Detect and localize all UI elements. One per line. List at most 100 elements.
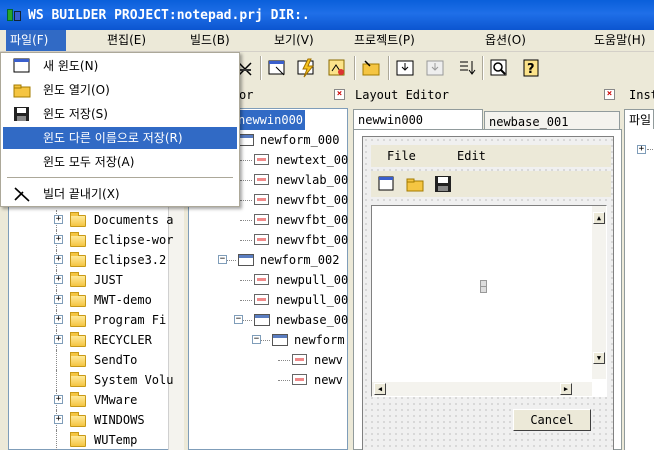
control-icon — [254, 214, 269, 225]
folder-icon — [70, 412, 86, 427]
form-menu-edit[interactable]: Edit — [457, 149, 486, 163]
layout-canvas: File Edit ▲ ▼ ◀ ▶ Cancel — [353, 129, 622, 450]
inspector-tab[interactable]: 파일 — [624, 109, 654, 129]
collapse-icon[interactable]: − — [252, 335, 261, 344]
menu-file[interactable]: 파일(F) — [6, 30, 66, 51]
layout-editor-close-icon[interactable]: × — [604, 89, 615, 100]
download-icon[interactable] — [394, 57, 416, 79]
title-bar[interactable]: WS BUILDER PROJECT:notepad.prj DIR:. — [0, 0, 654, 30]
help-icon[interactable]: ? — [520, 57, 542, 79]
menu-item-save-as[interactable]: 윈도 다른 이름으로 저장(R) — [3, 127, 237, 149]
expand-icon[interactable]: + — [54, 395, 63, 404]
menu-item-new-window[interactable]: 새 윈도(N) — [3, 55, 237, 77]
object-tree-item-label: newv — [314, 353, 343, 367]
form-window[interactable]: File Edit ▲ ▼ ◀ ▶ Cancel — [362, 136, 614, 450]
folder-icon — [70, 352, 86, 367]
form-textarea[interactable]: ▲ ▼ ◀ ▶ — [371, 205, 607, 397]
inspector-tree: + — [624, 129, 654, 450]
floppy-save-icon — [14, 107, 29, 121]
layout-editor-title: Layout Editor — [355, 88, 449, 102]
control-icon — [292, 374, 307, 385]
tab-newbase-001[interactable]: newbase_001 — [484, 111, 620, 131]
exit-scissors-icon — [14, 187, 30, 202]
form-open-icon[interactable] — [405, 174, 425, 194]
object-tree-item-label: newvfbt_00 — [276, 213, 349, 227]
form-new-icon[interactable] — [377, 174, 397, 194]
menu-item-save-all[interactable]: 윈도 모두 저장(A) — [3, 151, 237, 173]
expand-icon[interactable]: + — [54, 295, 63, 304]
control-icon — [254, 154, 269, 165]
menu-edit[interactable]: 편집(E) — [103, 30, 150, 51]
new-window-icon — [13, 58, 30, 73]
expand-icon[interactable]: + — [54, 275, 63, 284]
menu-build[interactable]: 빌드(B) — [186, 30, 234, 51]
control-icon — [254, 234, 269, 245]
expand-icon[interactable]: + — [54, 255, 63, 264]
collapse-icon[interactable]: − — [218, 255, 227, 264]
file-tree-item-label: Eclipse-wor — [94, 233, 174, 247]
tab-newwin000[interactable]: newwin000 — [353, 109, 483, 129]
expand-icon[interactable]: + — [54, 215, 63, 224]
app-icon — [6, 7, 22, 23]
scroll-down-icon[interactable]: ▼ — [593, 352, 605, 364]
expand-icon[interactable]: + — [54, 335, 63, 344]
folder-icon — [70, 252, 86, 267]
object-tree-item-label: newvfbt_00 — [276, 233, 349, 247]
folder-icon — [70, 232, 86, 247]
object-panel-close-icon[interactable]: × — [334, 89, 345, 100]
form-hscroll[interactable]: ◀ ▶ — [372, 382, 592, 396]
scroll-up-icon[interactable]: ▲ — [593, 212, 605, 224]
folder-arrow-icon[interactable] — [360, 57, 382, 79]
menu-item-open-window[interactable]: 윈도 열기(O) — [3, 79, 237, 101]
form-select-icon[interactable] — [266, 57, 288, 79]
file-tree-item-label: Program Fi — [94, 313, 167, 327]
control-icon — [254, 274, 269, 285]
cancel-button[interactable]: Cancel — [513, 409, 591, 431]
file-tree-item-label: WINDOWS — [94, 413, 145, 427]
object-tree-item-label: newpull_00 — [276, 273, 349, 287]
form-vscroll[interactable]: ▲ ▼ — [592, 206, 606, 379]
form-icon — [254, 314, 270, 326]
window-title: WS BUILDER PROJECT:notepad.prj DIR:. — [28, 7, 310, 23]
form-icon — [272, 334, 288, 346]
file-tree-item-label: RECYCLER — [94, 333, 152, 347]
collapse-icon[interactable]: − — [234, 315, 243, 324]
expand-icon[interactable]: + — [54, 415, 63, 424]
file-tree-item-label: JUST — [94, 273, 123, 287]
form-menubar: File Edit — [371, 145, 611, 167]
file-tree-item-label: SendTo — [94, 353, 138, 367]
control-icon — [254, 194, 269, 205]
file-menu-dropdown: 새 윈도(N) 윈도 열기(O) 윈도 저장(S) 윈도 다른 이름으로 저장(… — [0, 52, 240, 207]
lightning-icon[interactable] — [296, 57, 318, 79]
build-icon[interactable] — [326, 57, 348, 79]
scroll-right-icon[interactable]: ▶ — [560, 383, 572, 395]
form-save-icon[interactable] — [433, 174, 453, 194]
form-menu-file[interactable]: File — [387, 149, 416, 163]
menu-bar: 파일(F) 편집(E) 빌드(B) 보기(V) 프로젝트(P) 옵션(O) 도움… — [0, 30, 654, 52]
object-tree-item-label: newform_002 — [260, 253, 340, 267]
menu-help[interactable]: 도움말(H) — [590, 30, 650, 51]
folder-icon — [70, 272, 86, 287]
menu-item-exit[interactable]: 빌더 끝내기(X) — [3, 183, 237, 205]
list-down-icon[interactable] — [456, 57, 478, 79]
open-folder-icon — [13, 84, 31, 98]
object-tree-item-label: newform — [294, 333, 345, 347]
inspector-title: Inst — [629, 88, 654, 102]
svg-text:?: ? — [527, 62, 535, 77]
expand-icon[interactable]: + — [637, 145, 646, 154]
object-tree-item-label: newwin000 — [236, 110, 306, 130]
preview-icon[interactable] — [488, 57, 510, 79]
control-icon — [292, 354, 307, 365]
object-tree-item-label: newtext_00 — [276, 153, 349, 167]
expand-icon[interactable]: + — [54, 315, 63, 324]
menu-project[interactable]: 프로젝트(P) — [350, 30, 419, 51]
menu-options[interactable]: 옵션(O) — [481, 30, 530, 51]
menu-item-save-window[interactable]: 윈도 저장(S) — [3, 103, 237, 125]
scroll-left-icon[interactable]: ◀ — [374, 383, 386, 395]
form-toolbar — [371, 171, 611, 197]
object-tree-item-label: newbase_00 — [276, 313, 349, 327]
expand-icon[interactable]: + — [54, 235, 63, 244]
disabled-download-icon[interactable] — [424, 57, 446, 79]
folder-icon — [70, 312, 86, 327]
menu-view[interactable]: 보기(V) — [270, 30, 318, 51]
